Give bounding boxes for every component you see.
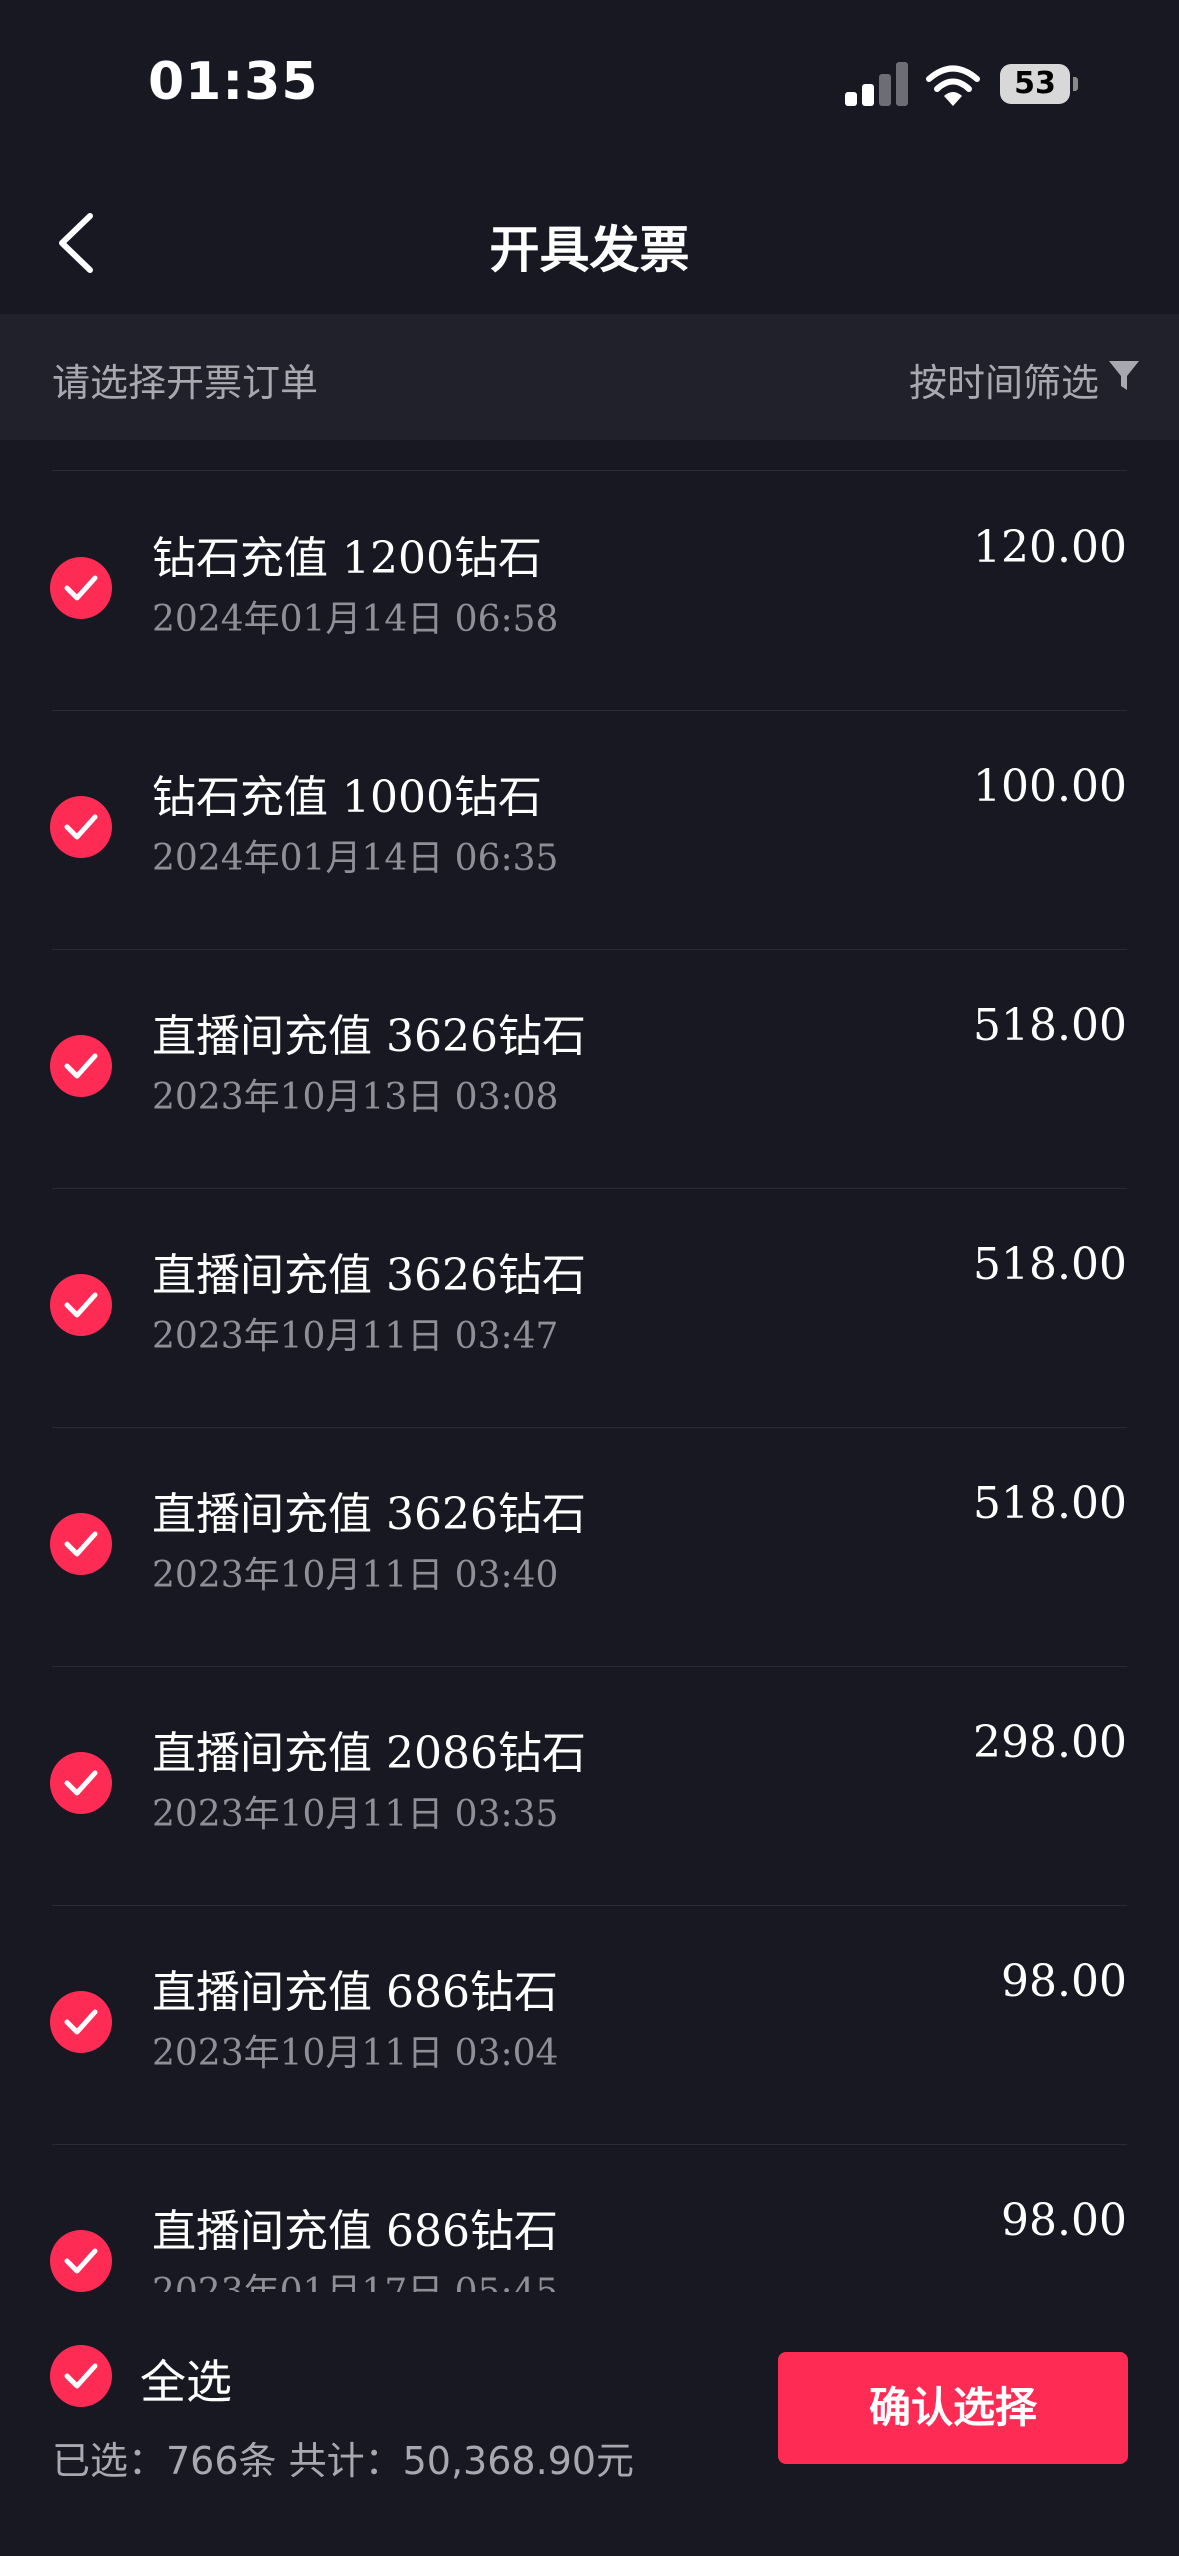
nav-bar: 开具发票 xyxy=(0,170,1179,314)
checkbox-checked-icon[interactable] xyxy=(50,1513,112,1575)
order-name: 直播间充值 3626钻石 xyxy=(152,1011,586,1062)
battery-level: 53 xyxy=(1000,64,1070,104)
order-list[interactable]: 钻石充值 1200钻石 2024年01月14日 06:58 120.00 钻石充… xyxy=(0,440,1179,2292)
order-amount: 518.00 xyxy=(973,1239,1127,1290)
checkbox-checked-icon[interactable] xyxy=(50,557,112,619)
select-all-label[interactable]: 全选 xyxy=(140,2346,232,2412)
wifi-icon xyxy=(926,65,980,106)
select-orders-label: 请选择开票订单 xyxy=(52,361,319,405)
checkbox-checked-icon[interactable] xyxy=(50,2230,112,2292)
order-name: 钻石充值 1200钻石 xyxy=(152,533,542,584)
order-name: 直播间充值 3626钻石 xyxy=(152,1250,586,1301)
order-name: 直播间充值 3626钻石 xyxy=(152,1489,586,1540)
order-amount: 98.00 xyxy=(1001,1956,1127,2007)
filter-funnel-icon[interactable] xyxy=(1107,358,1141,394)
order-name: 直播间充值 686钻石 xyxy=(152,2206,558,2257)
filter-bar: 请选择开票订单 按时间筛选 xyxy=(0,314,1179,440)
order-row[interactable]: 钻石充值 1000钻石 2024年01月14日 06:35 100.00 xyxy=(0,711,1179,950)
order-row[interactable]: 直播间充值 686钻石 2023年01月17日 05:45 98.00 xyxy=(0,2145,1179,2292)
checkbox-checked-icon[interactable] xyxy=(50,1274,112,1336)
order-date: 2024年01月14日 06:58 xyxy=(152,599,559,640)
order-row[interactable]: 直播间充值 3626钻石 2023年10月11日 03:47 518.00 xyxy=(0,1189,1179,1428)
order-row[interactable]: 直播间充值 3626钻石 2023年10月13日 03:08 518.00 xyxy=(0,950,1179,1189)
selection-summary: 已选：766条 共计：50,368.90元 xyxy=(52,2439,635,2483)
order-amount: 100.00 xyxy=(973,761,1127,812)
order-name: 直播间充值 686钻石 xyxy=(152,1967,558,2018)
order-date: 2024年01月14日 06:35 xyxy=(152,838,559,879)
order-name: 钻石充值 1000钻石 xyxy=(152,772,542,823)
checkbox-checked-icon[interactable] xyxy=(50,1035,112,1097)
time-filter-button[interactable]: 按时间筛选 xyxy=(909,352,1099,407)
divider xyxy=(52,470,1127,471)
order-row[interactable]: 直播间充值 2086钻石 2023年10月11日 03:35 298.00 xyxy=(0,1667,1179,1906)
order-date: 2023年01月17日 05:45 xyxy=(152,2263,558,2292)
order-date: 2023年10月11日 03:04 xyxy=(152,2033,559,2074)
footer-bar: 全选 已选：766条 共计：50,368.90元 确认选择 xyxy=(0,2292,1179,2556)
confirm-selection-button[interactable]: 确认选择 xyxy=(778,2352,1128,2464)
order-amount: 298.00 xyxy=(973,1717,1127,1768)
page-title: 开具发票 xyxy=(489,221,690,279)
order-amount: 518.00 xyxy=(973,1000,1127,1051)
order-date: 2023年10月11日 03:35 xyxy=(152,1794,559,1835)
select-all-checkbox-icon[interactable] xyxy=(50,2345,112,2407)
status-bar: 01:35 53 xyxy=(0,0,1179,170)
order-date: 2023年10月11日 03:40 xyxy=(152,1555,559,1596)
order-date: 2023年10月11日 03:47 xyxy=(152,1316,559,1357)
status-time: 01:35 xyxy=(148,52,319,112)
checkbox-checked-icon[interactable] xyxy=(50,1991,112,2053)
checkbox-checked-icon[interactable] xyxy=(50,1752,112,1814)
order-amount: 518.00 xyxy=(973,1478,1127,1529)
order-amount: 98.00 xyxy=(1001,2195,1127,2246)
order-date: 2023年10月13日 03:08 xyxy=(152,1077,559,1118)
order-row[interactable]: 直播间充值 3626钻石 2023年10月11日 03:40 518.00 xyxy=(0,1428,1179,1667)
order-amount: 120.00 xyxy=(973,522,1127,573)
battery-icon: 53 xyxy=(1000,64,1078,104)
checkbox-checked-icon[interactable] xyxy=(50,796,112,858)
order-name: 直播间充值 2086钻石 xyxy=(152,1728,586,1779)
signal-icon xyxy=(845,62,908,106)
order-row[interactable]: 钻石充值 1200钻石 2024年01月14日 06:58 120.00 xyxy=(0,472,1179,711)
order-row[interactable]: 直播间充值 686钻石 2023年10月11日 03:04 98.00 xyxy=(0,1906,1179,2145)
